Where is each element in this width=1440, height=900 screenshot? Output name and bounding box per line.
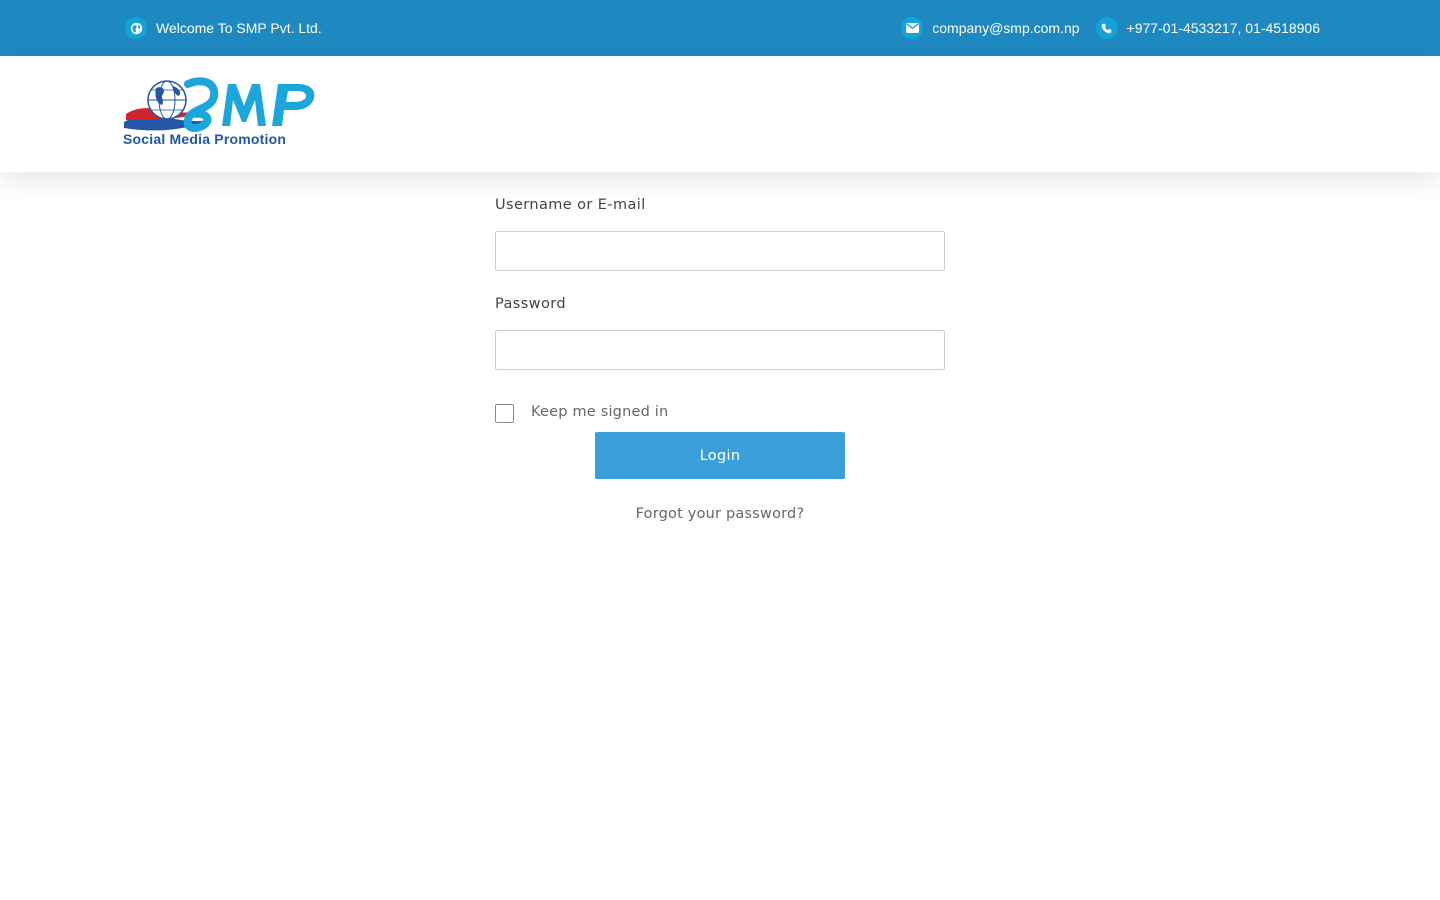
login-form: Username or E-mail Password Keep me sign… bbox=[495, 195, 945, 522]
logo-graphic bbox=[124, 77, 315, 132]
logo-caption: Social Media Promotion bbox=[123, 131, 287, 147]
phone-contact[interactable]: +977-01-4533217, 01-4518906 bbox=[1095, 17, 1320, 39]
remember-label[interactable]: Keep me signed in bbox=[531, 404, 668, 420]
email-text[interactable]: company@smp.com.np bbox=[932, 17, 1079, 39]
email-contact[interactable]: company@smp.com.np bbox=[901, 17, 1080, 39]
contact-section: company@smp.com.np +977-01-4533217, 01-4… bbox=[901, 17, 1320, 39]
password-label: Password bbox=[495, 296, 566, 312]
smp-logo[interactable]: Social Media Promotion bbox=[122, 76, 317, 150]
globe-icon bbox=[125, 17, 147, 39]
remember-me[interactable]: Keep me signed in bbox=[495, 401, 668, 423]
password-input[interactable] bbox=[495, 330, 945, 370]
site-header: Social Media Promotion bbox=[0, 56, 1440, 172]
welcome-text: Welcome To SMP Pvt. Ltd. bbox=[156, 20, 322, 36]
phone-text[interactable]: +977-01-4533217, 01-4518906 bbox=[1127, 17, 1320, 39]
username-input[interactable] bbox=[495, 231, 945, 271]
phone-icon bbox=[1095, 17, 1118, 39]
welcome-section: Welcome To SMP Pvt. Ltd. bbox=[125, 17, 322, 39]
envelope-icon bbox=[901, 17, 924, 39]
remember-checkbox[interactable] bbox=[495, 404, 514, 423]
forgot-password-link[interactable]: Forgot your password? bbox=[495, 506, 945, 522]
top-bar: Welcome To SMP Pvt. Ltd. company@smp.com… bbox=[0, 0, 1440, 56]
login-button[interactable]: Login bbox=[595, 432, 845, 479]
username-label: Username or E-mail bbox=[495, 197, 646, 213]
